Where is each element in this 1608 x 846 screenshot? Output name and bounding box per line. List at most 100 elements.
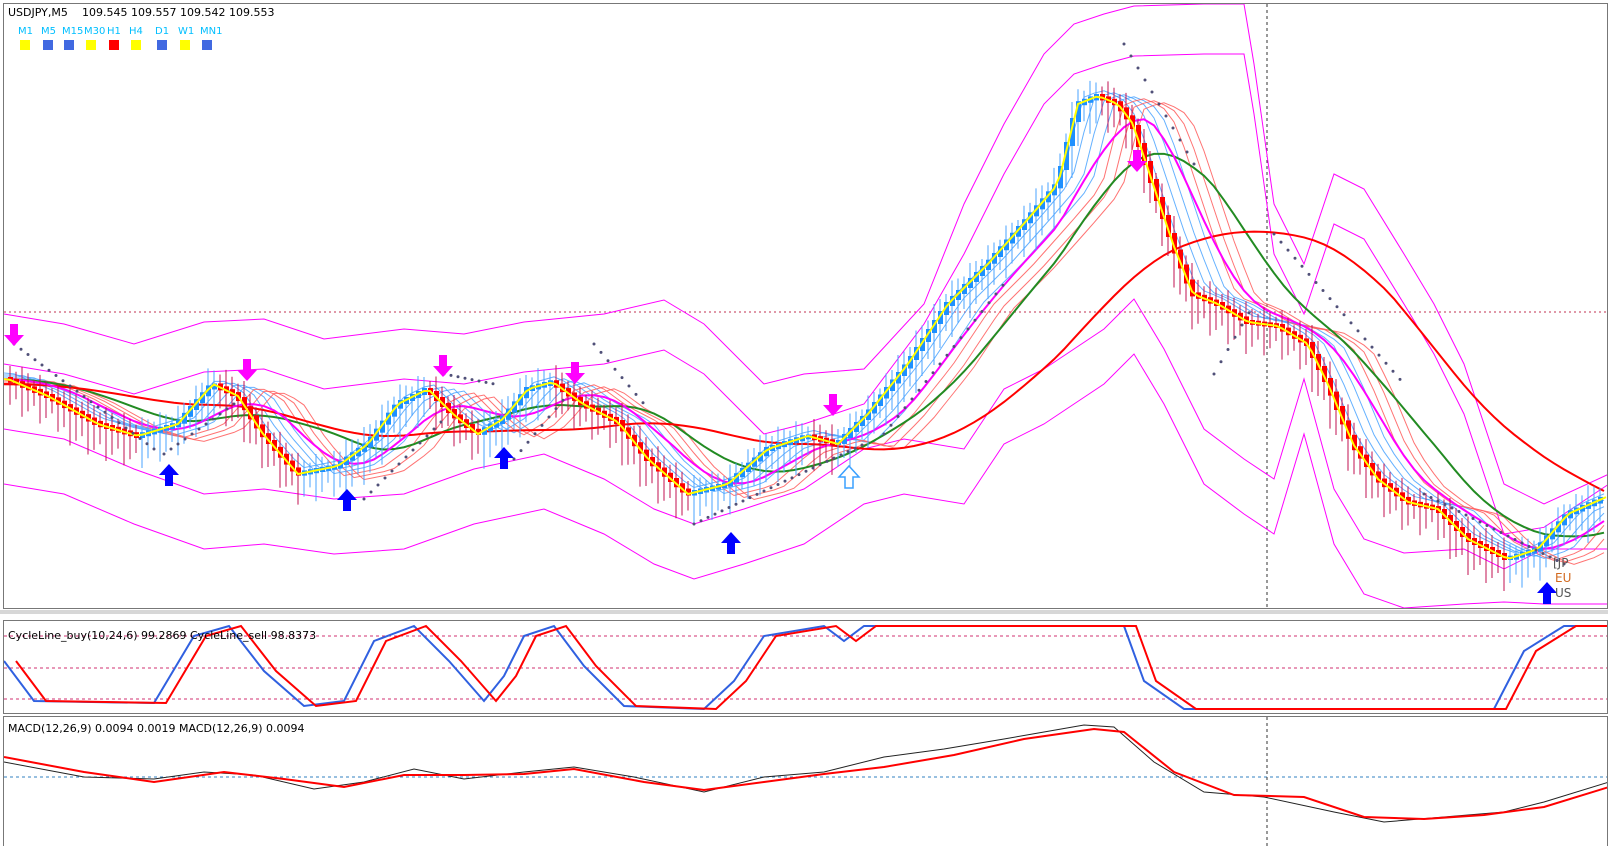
macd-canvas[interactable]	[4, 717, 1608, 846]
sell-arrow-icon	[823, 394, 843, 416]
timeframe-label-h4: H4	[129, 26, 143, 37]
sar-dot	[131, 431, 135, 435]
timeframe-status-h4	[131, 40, 141, 50]
sar-dot	[811, 466, 815, 470]
pane-separator[interactable]	[0, 610, 1608, 614]
sar-dot	[1001, 283, 1005, 287]
sar-dot	[1286, 248, 1290, 252]
sar-dot	[1436, 499, 1440, 503]
buy-arrow-icon	[494, 447, 514, 469]
sar-dot	[627, 384, 631, 388]
sar-dot	[945, 353, 949, 357]
sar-dot	[1129, 54, 1133, 58]
timeframe-status-m15	[64, 40, 74, 50]
sar-dot	[720, 509, 724, 513]
sar-dot	[860, 443, 864, 447]
sar-dot	[966, 327, 970, 331]
sar-dot	[1513, 538, 1517, 541]
sar-dot	[470, 378, 474, 382]
buy-arrow-icon	[721, 532, 741, 554]
buy-arrow-icon	[159, 464, 179, 486]
sar-dot	[1534, 548, 1538, 552]
sar-dot	[1136, 66, 1140, 70]
sell-arrow-icon	[433, 355, 453, 377]
sar-dot	[1279, 240, 1283, 244]
sar-dot	[218, 412, 222, 416]
timeframe-status-d1	[157, 40, 167, 50]
sar-dot	[924, 380, 928, 383]
sar-dot	[1233, 335, 1237, 339]
sar-dot	[1457, 510, 1461, 513]
sar-dot	[477, 379, 481, 383]
sar-dot	[613, 367, 617, 371]
sar-dot	[1506, 534, 1510, 538]
sar-dot	[463, 376, 467, 380]
price-chart-canvas[interactable]	[4, 4, 1608, 609]
timeframe-status-m1	[20, 40, 30, 50]
sar-dot	[82, 395, 86, 398]
sar-dot	[1450, 506, 1454, 510]
sar-dot	[699, 519, 703, 523]
sar-dot	[540, 423, 544, 427]
timeframe-label-m5: M5	[41, 26, 56, 37]
sar-dot	[404, 455, 408, 459]
sar-dot	[1192, 162, 1196, 166]
sar-dot	[110, 416, 114, 419]
sar-dot	[1150, 90, 1154, 94]
sar-dot	[124, 426, 128, 430]
sar-dot	[959, 336, 963, 340]
session-label-eu: EU	[1555, 571, 1572, 585]
cycleline-indicator-pane[interactable]: CycleLine_buy(10,24,6) 99.2869 CycleLine…	[3, 620, 1608, 714]
sar-dot	[1398, 377, 1402, 381]
macd-indicator-pane[interactable]: MACD(12,26,9) 0.0094 0.0019 MACD(12,26,9…	[3, 716, 1608, 846]
sar-dot	[1307, 272, 1311, 276]
sell-arrow-icon	[237, 359, 257, 381]
sar-dot	[825, 459, 829, 463]
price-chart-pane[interactable]: USDJPY,M5 109.545 109.557 109.542 109.55…	[3, 3, 1608, 609]
sar-dot	[1328, 297, 1332, 301]
sell-arrow-icon	[4, 324, 24, 346]
sar-dot	[1391, 369, 1395, 373]
sar-dot	[1335, 305, 1339, 309]
sar-dot	[1492, 527, 1496, 531]
sar-dot	[1527, 545, 1531, 548]
sar-dot	[561, 398, 565, 402]
lower-band-inner	[4, 298, 1607, 570]
sar-dot	[1363, 337, 1367, 341]
sar-dot	[138, 437, 142, 440]
sar-dot	[1499, 531, 1503, 534]
sar-dot	[152, 447, 156, 451]
sar-dot	[425, 434, 429, 438]
sar-dot	[96, 405, 100, 409]
sar-dot	[606, 359, 610, 363]
sar-dot	[839, 453, 843, 457]
sar-dot	[197, 427, 201, 431]
sar-dot	[169, 447, 173, 451]
sar-dot	[526, 440, 530, 444]
upper-band-outer	[4, 4, 1607, 505]
timeframe-label-d1: D1	[155, 26, 170, 37]
macd-label: MACD(12,26,9) 0.0094 0.0019 MACD(12,26,9…	[8, 722, 305, 735]
sar-dot	[1143, 78, 1147, 82]
sar-dot	[734, 502, 738, 506]
timeframe-label-h1: H1	[107, 26, 121, 37]
sar-dot	[952, 345, 956, 348]
ma-ribbon-line	[4, 90, 1605, 553]
sar-dot	[1443, 503, 1447, 506]
ma-ribbon-line	[4, 94, 1605, 557]
buy-arrow-icon	[837, 464, 861, 489]
ma-ribbon-line	[4, 92, 1605, 555]
sar-dot	[117, 421, 121, 425]
sar-dot	[994, 292, 998, 296]
sar-dot	[1226, 348, 1230, 351]
sar-dot	[1240, 323, 1244, 327]
sar-dot	[383, 476, 387, 480]
sar-dot	[47, 368, 51, 372]
sar-dot	[519, 449, 523, 453]
ohlc-readout: 109.545 109.557 109.542 109.553	[82, 6, 275, 19]
buy-arrow-icon	[337, 489, 357, 511]
sar-dot	[397, 462, 401, 466]
sar-dot	[1185, 150, 1189, 154]
sar-dot	[980, 310, 984, 313]
sar-dot	[1342, 313, 1346, 317]
